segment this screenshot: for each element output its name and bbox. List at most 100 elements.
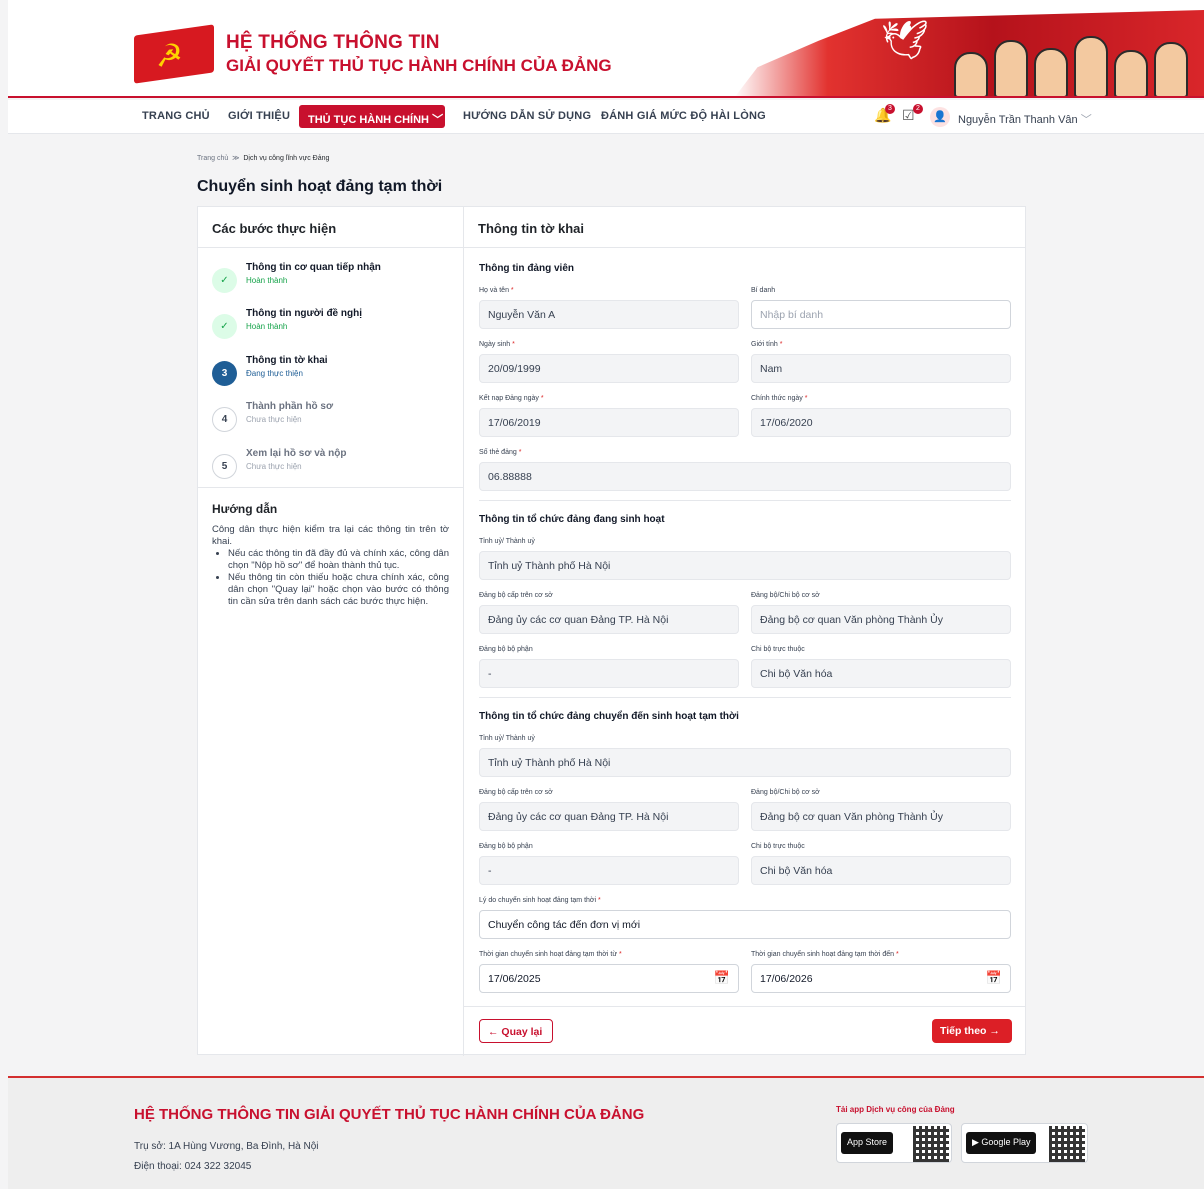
guide-bullet: Nếu các thông tin đã đầy đủ và chính xác…: [228, 548, 449, 572]
calendar-icon[interactable]: 📅: [714, 971, 730, 986]
nav-home[interactable]: TRANG CHỦ: [142, 110, 210, 122]
step-title: Thông tin tờ khai: [246, 355, 328, 366]
section-divider: [479, 697, 1011, 698]
target-base-committee-field[interactable]: Đảng bộ cơ quan Văn phòng Thành Ủy: [751, 802, 1011, 831]
nav-rating[interactable]: ĐÁNH GIÁ MỨC ĐỘ HÀI LÒNG: [601, 110, 766, 122]
step-title: Thông tin người đề nghị: [246, 308, 362, 319]
step-number: 4: [212, 407, 237, 432]
label-text: Lý do chuyển sinh hoạt đảng tạm thời: [479, 897, 597, 904]
step-title: Thành phần hồ sơ: [246, 401, 334, 412]
required-marker: *: [896, 951, 899, 958]
step-status: Chưa thực hiện: [246, 462, 302, 471]
nav-about[interactable]: GIỚI THIỆU: [228, 110, 290, 122]
step-status: Hoàn thành: [246, 276, 288, 285]
calendar-icon[interactable]: 📅: [986, 971, 1002, 986]
nav-guide[interactable]: HƯỚNG DẪN SỬ DỤNG: [463, 110, 591, 122]
province-label: Tỉnh uỷ/ Thành uỷ: [479, 735, 535, 742]
target-province-field[interactable]: Tỉnh uỷ Thành phố Hà Nội: [479, 748, 1011, 777]
current-province-field[interactable]: Tỉnh uỷ Thành phố Hà Nội: [479, 551, 1011, 580]
guide-heading: Hướng dẫn: [212, 502, 278, 516]
required-marker: *: [510, 287, 514, 294]
hammer-sickle-icon: ☭: [156, 36, 183, 76]
steps-panel: Các bước thực hiện ✓ Thông tin cơ quan t…: [198, 207, 464, 1056]
target-cell-field[interactable]: Chi bộ Văn hóa: [751, 856, 1011, 885]
cell-label: Chi bộ trực thuộc: [751, 843, 805, 850]
site-footer: HỆ THỐNG THÔNG TIN GIẢI QUYẾT THỦ TỤC HÀ…: [8, 1076, 1204, 1189]
reason-input[interactable]: Chuyển công tác đến đơn vị mới: [479, 910, 1011, 939]
required-marker: *: [540, 395, 544, 402]
step-status: Hoàn thành: [246, 322, 288, 331]
party-flag-logo[interactable]: ☭: [134, 24, 214, 84]
chevron-down-icon: ﹀: [432, 114, 444, 126]
alias-label: Bí danh: [751, 287, 776, 294]
main-card: Các bước thực hiện ✓ Thông tin cơ quan t…: [197, 206, 1026, 1056]
check-icon: ✓: [212, 268, 237, 293]
task-list-icon[interactable]: ☑ 2: [902, 104, 923, 126]
target-upper-committee-field[interactable]: Đảng ủy các cơ quan Đảng TP. Hà Nội: [479, 802, 739, 831]
task-badge: 2: [913, 104, 923, 114]
nav-procedures-label: THỦ TỤC HÀNH CHÍNH: [308, 114, 429, 126]
app-store-badge[interactable]: App Store: [836, 1123, 952, 1163]
label-text: Kết nạp Đảng ngày: [479, 395, 539, 402]
card-number-label: Số thẻ đảng *: [479, 449, 521, 456]
dob-field[interactable]: 20/09/1999: [479, 354, 739, 383]
card-number-field[interactable]: 06.88888: [479, 462, 1011, 491]
to-date-label: Thời gian chuyển sinh hoạt đảng tạm thời…: [751, 951, 899, 958]
required-marker: *: [518, 449, 522, 456]
app-store-button: App Store: [841, 1132, 894, 1154]
label-text: Số thẻ đảng: [479, 449, 517, 456]
reason-label: Lý do chuyển sinh hoạt đảng tạm thời *: [479, 897, 601, 904]
label-text: Giới tính: [751, 341, 778, 348]
bell-icon[interactable]: 🔔 3: [874, 104, 895, 126]
division-label: Đảng bộ bộ phận: [479, 646, 533, 653]
nav-procedures[interactable]: THỦ TỤC HÀNH CHÍNH ﹀: [299, 105, 445, 128]
back-button[interactable]: ← Quay lại: [479, 1019, 553, 1043]
guide-section: Hướng dẫn Công dân thực hiện kiểm tra lạ…: [198, 487, 463, 608]
user-menu[interactable]: Nguyễn Trần Thanh Vân ﹀: [958, 111, 1092, 127]
to-date-value: 17/06/2026: [760, 973, 813, 985]
current-cell-field[interactable]: Chi bộ Văn hóa: [751, 659, 1011, 688]
label-text: Thời gian chuyển sinh hoạt đảng tạm thời…: [751, 951, 895, 958]
form-heading: Thông tin tờ khai: [464, 207, 1026, 248]
admission-date-label: Kết nạp Đảng ngày *: [479, 395, 544, 402]
division-label: Đảng bộ bộ phận: [479, 843, 533, 850]
current-division-field[interactable]: -: [479, 659, 739, 688]
cell-label: Chi bộ trực thuộc: [751, 646, 805, 653]
form-panel: Thông tin tờ khai Thông tin đảng viên Họ…: [464, 207, 1026, 1056]
google-play-badge[interactable]: ▶ Google Play: [961, 1123, 1088, 1163]
current-base-committee-field[interactable]: Đảng bộ cơ quan Văn phòng Thành Ủy: [751, 605, 1011, 634]
breadcrumb-separator: ≫: [232, 155, 240, 162]
current-upper-committee-field[interactable]: Đảng ủy các cơ quan Đảng TP. Hà Nội: [479, 605, 739, 634]
next-button[interactable]: Tiếp theo →: [932, 1019, 1012, 1043]
app-download-title: Tải app Dịch vụ công của Đảng: [836, 1105, 955, 1114]
section-divider: [479, 500, 1011, 501]
alias-input[interactable]: Nhập bí danh: [751, 300, 1011, 329]
upper-committee-label: Đảng bộ cấp trên cơ sở: [479, 592, 553, 599]
alias-placeholder: Nhập bí danh: [760, 309, 824, 321]
admission-date-field[interactable]: 17/06/2019: [479, 408, 739, 437]
guide-intro: Công dân thực hiện kiểm tra lại các thôn…: [212, 524, 449, 547]
base-committee-label: Đảng bộ/Chi bộ cơ sở: [751, 592, 820, 599]
guide-bullet: Nếu thông tin còn thiếu hoặc chưa chính …: [228, 572, 449, 608]
footer-title: HỆ THỐNG THÔNG TIN GIẢI QUYẾT THỦ TỤC HÀ…: [134, 1106, 645, 1123]
gender-field[interactable]: Nam: [751, 354, 1011, 383]
section-target-org: Thông tin tổ chức đảng chuyển đến sinh h…: [479, 711, 739, 722]
step-title: Xem lại hồ sơ và nộp: [246, 448, 347, 459]
qr-code-icon: [1049, 1126, 1085, 1162]
to-date-input[interactable]: 17/06/2026 📅: [751, 964, 1011, 993]
official-date-field[interactable]: 17/06/2020: [751, 408, 1011, 437]
step-number: 5: [212, 454, 237, 479]
from-date-value: 17/06/2025: [488, 973, 541, 985]
notification-badge: 3: [885, 104, 895, 114]
breadcrumb-current: Dịch vụ công lĩnh vực Đảng: [243, 155, 330, 162]
avatar[interactable]: 👤: [930, 107, 950, 127]
section-current-org: Thông tin tổ chức đảng đang sinh hoạt: [479, 514, 665, 525]
target-division-field[interactable]: -: [479, 856, 739, 885]
required-marker: *: [618, 951, 622, 958]
full-name-field[interactable]: Nguyễn Văn A: [479, 300, 739, 329]
breadcrumb-home[interactable]: Trang chủ: [197, 155, 228, 162]
label-text: Chính thức ngày: [751, 395, 803, 402]
footer-address: Trụ sở: 1A Hùng Vương, Ba Đình, Hà Nội: [134, 1141, 319, 1152]
from-date-input[interactable]: 17/06/2025 📅: [479, 964, 739, 993]
footer-phone: Điện thoại: 024 322 32045: [134, 1161, 252, 1172]
